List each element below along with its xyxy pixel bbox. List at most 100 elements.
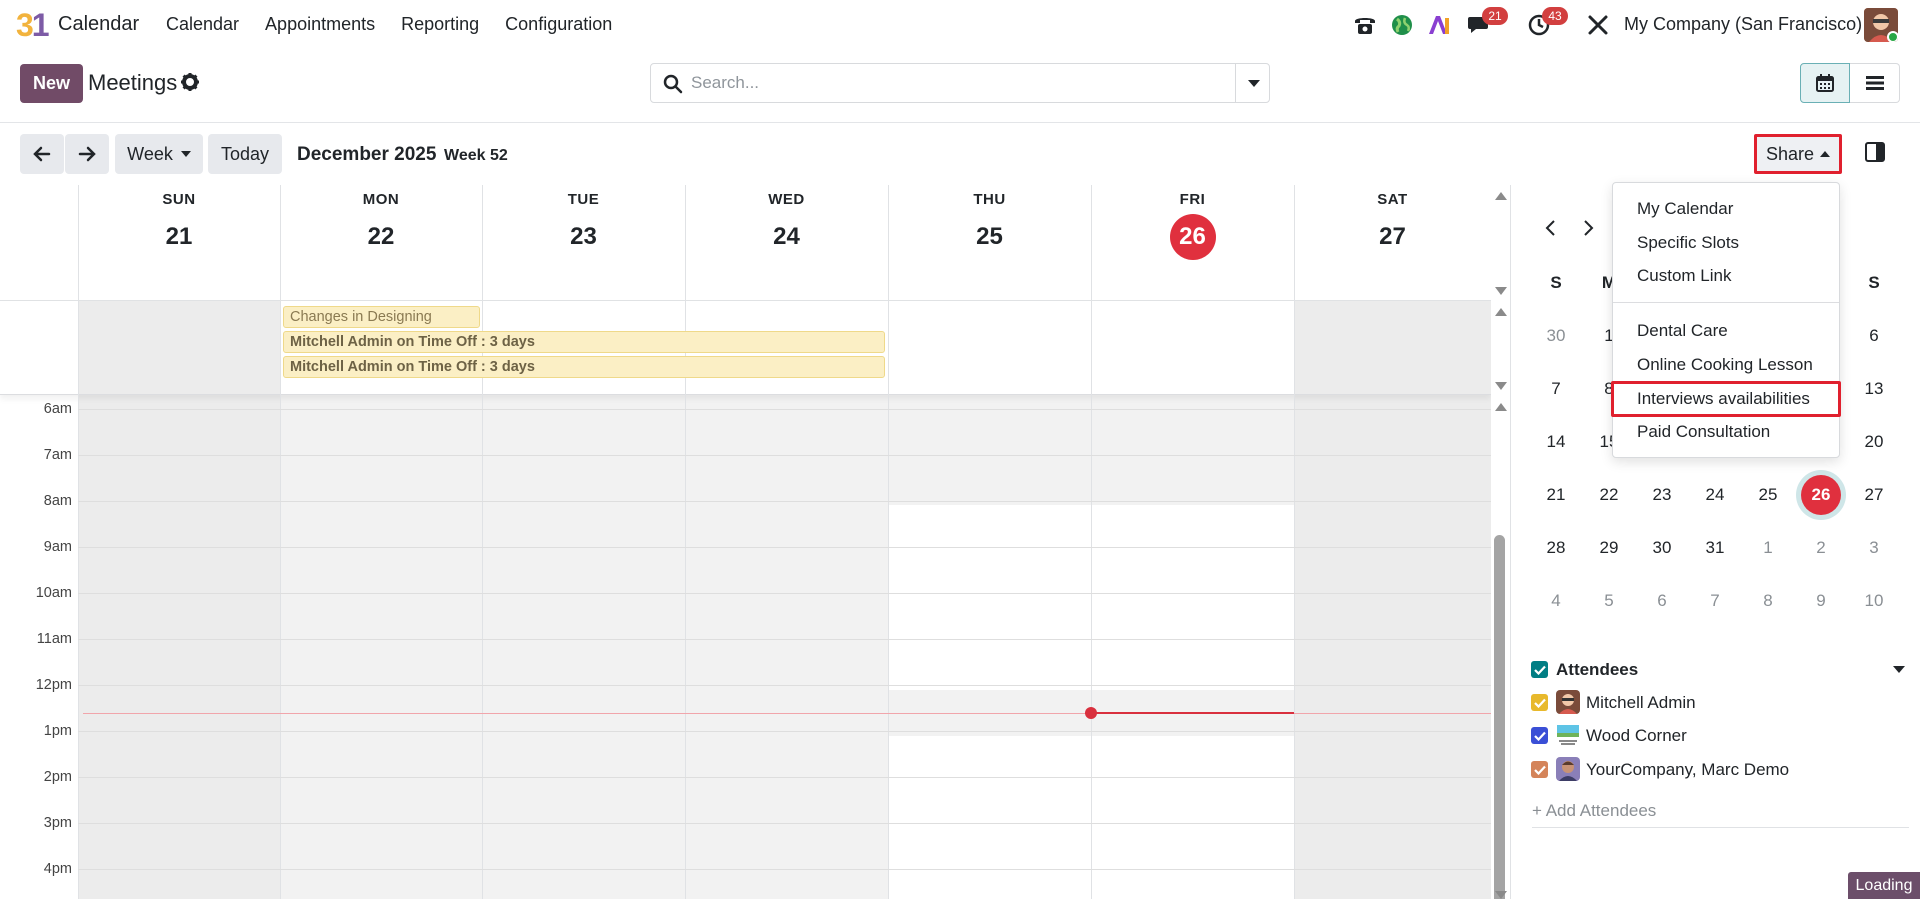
attendees-all-checkbox[interactable] [1531, 661, 1548, 678]
avatar [1556, 690, 1580, 714]
attendee-checkbox-marc-demo[interactable] [1531, 761, 1548, 778]
mini-calendar-day[interactable]: 29 [1589, 528, 1629, 568]
menu-item-my-calendar[interactable]: My Calendar [1637, 199, 1733, 219]
scroll-up-icon[interactable] [1495, 192, 1507, 200]
scroll-up-icon[interactable] [1495, 308, 1507, 316]
tools-icon[interactable] [1585, 12, 1611, 38]
mini-calendar-day[interactable]: 3 [1854, 528, 1894, 568]
mini-calendar-day[interactable]: 21 [1536, 475, 1576, 515]
event-time-off-2[interactable]: Mitchell Admin on Time Off : 3 days [283, 356, 885, 378]
mini-calendar-day[interactable]: 5 [1589, 581, 1629, 621]
week-grid: SUN 21 MON 22 TUE 23 WED 24 THU 25 FRI 26 SAT 2… [0, 185, 1491, 899]
mini-calendar-day[interactable]: 13 [1854, 369, 1894, 409]
hour-label: 9am [43, 539, 72, 555]
mini-calendar-day[interactable]: 24 [1695, 475, 1735, 515]
mini-calendar-day[interactable]: 20 [1854, 422, 1894, 462]
attendee-checkbox-wood-corner[interactable] [1531, 727, 1548, 744]
day-header-fri[interactable]: FRI 26 [1091, 185, 1294, 301]
menu-appointments[interactable]: Appointments [265, 14, 375, 35]
globe-icon[interactable] [1389, 12, 1415, 38]
menu-item-specific-slots[interactable]: Specific Slots [1637, 233, 1739, 253]
search-icon [663, 74, 683, 94]
phone-icon[interactable] [1352, 12, 1378, 38]
mini-calendar-day[interactable]: 22 [1589, 475, 1629, 515]
day-header-wed[interactable]: WED 24 [685, 185, 888, 301]
day-header-tue[interactable]: TUE 23 [482, 185, 685, 301]
search-input[interactable] [691, 70, 1251, 96]
today-button[interactable]: Today [208, 134, 282, 174]
day-header-sat[interactable]: SAT 27 [1294, 185, 1491, 301]
mini-calendar-day[interactable]: 8 [1748, 581, 1788, 621]
day-header-mon[interactable]: MON 22 [280, 185, 482, 301]
mini-calendar-day[interactable]: 25 [1748, 475, 1788, 515]
mini-calendar-day[interactable]: 6 [1854, 316, 1894, 356]
time-grid[interactable]: 6am 7am 8am 9am 10am 11am 12pm 1pm 2pm 3… [0, 395, 1491, 899]
mini-calendar-day[interactable]: 7 [1536, 369, 1576, 409]
mini-calendar-day[interactable]: 4 [1536, 581, 1576, 621]
calendar-app-logo[interactable]: 31 [16, 8, 50, 42]
top-navbar: 31 Calendar Calendar Appointments Report… [0, 0, 1920, 50]
app-name[interactable]: Calendar [58, 13, 139, 36]
mini-calendar-day[interactable]: 14 [1536, 422, 1576, 462]
day-header-thu[interactable]: THU 25 [888, 185, 1091, 301]
loading-indicator: Loading [1848, 872, 1920, 899]
mini-calendar-day[interactable]: 9 [1801, 581, 1841, 621]
activities-badge: 43 [1542, 7, 1568, 25]
hour-label: 4pm [43, 861, 72, 877]
mini-calendar-day[interactable]: 31 [1695, 528, 1735, 568]
menu-item-interviews-availabilities[interactable]: Interviews availabilities [1637, 389, 1810, 409]
mini-calendar-today[interactable]: 26 [1801, 475, 1841, 515]
share-button[interactable]: Share [1754, 134, 1842, 174]
menu-item-online-cooking-lesson[interactable]: Online Cooking Lesson [1637, 355, 1813, 375]
day-header-sun[interactable]: SUN 21 [78, 185, 280, 301]
mini-calendar-day[interactable]: 30 [1642, 528, 1682, 568]
event-time-off-1[interactable]: Mitchell Admin on Time Off : 3 days [283, 331, 885, 353]
scroll-up-icon[interactable] [1495, 403, 1507, 411]
new-button[interactable]: New [20, 64, 83, 103]
attendee-checkbox-mitchell[interactable] [1531, 694, 1548, 711]
menu-item-custom-link[interactable]: Custom Link [1637, 266, 1731, 286]
scrollbar-thumb[interactable] [1494, 535, 1505, 899]
ai-icon[interactable] [1426, 12, 1452, 38]
search-options-toggle[interactable] [1235, 63, 1271, 103]
sidebar-toggle-icon[interactable] [1864, 141, 1886, 163]
grid-scrollbar[interactable] [1491, 185, 1509, 899]
menu-item-dental-care[interactable]: Dental Care [1637, 321, 1728, 341]
arrow-left-icon [33, 146, 51, 162]
previous-button[interactable] [20, 134, 64, 174]
mini-calendar-day[interactable]: 30 [1536, 316, 1576, 356]
menu-configuration[interactable]: Configuration [505, 14, 612, 35]
menu-divider [1613, 302, 1839, 303]
mini-calendar-day[interactable]: 6 [1642, 581, 1682, 621]
scroll-down-icon[interactable] [1495, 891, 1507, 899]
event-changes-in-designing[interactable]: Changes in Designing [283, 306, 480, 328]
mini-calendar-day[interactable]: 23 [1642, 475, 1682, 515]
mini-calendar-day[interactable]: 7 [1695, 581, 1735, 621]
scale-dropdown[interactable]: Week [115, 134, 203, 174]
mini-calendar-day[interactable]: 10 [1854, 581, 1894, 621]
add-attendees-link[interactable]: + Add Attendees [1532, 801, 1656, 821]
hour-label: 2pm [43, 769, 72, 785]
panel-divider [0, 122, 1920, 123]
menu-reporting[interactable]: Reporting [401, 14, 479, 35]
mini-calendar-day[interactable]: 28 [1536, 528, 1576, 568]
list-view-button[interactable] [1850, 63, 1900, 103]
company-switcher[interactable]: My Company (San Francisco) [1624, 14, 1862, 35]
mini-prev-month-icon[interactable] [1541, 218, 1561, 238]
menu-item-paid-consultation[interactable]: Paid Consultation [1637, 422, 1770, 442]
messages-badge: 21 [1482, 7, 1508, 25]
calendar-view-button[interactable] [1800, 63, 1850, 103]
scroll-down-icon[interactable] [1495, 287, 1507, 295]
mini-calendar-day[interactable]: 1 [1748, 528, 1788, 568]
gear-icon[interactable] [180, 72, 200, 92]
next-button[interactable] [65, 134, 109, 174]
messages-icon[interactable]: 21 [1466, 7, 1508, 38]
mini-next-month-icon[interactable] [1578, 218, 1598, 238]
user-avatar[interactable] [1864, 8, 1898, 42]
mini-calendar-day[interactable]: 27 [1854, 475, 1894, 515]
activities-clock-icon[interactable]: 43 [1526, 7, 1568, 38]
scroll-down-icon[interactable] [1495, 382, 1507, 390]
menu-calendar[interactable]: Calendar [166, 14, 239, 35]
attendees-collapse-icon[interactable] [1893, 666, 1905, 673]
mini-calendar-day[interactable]: 2 [1801, 528, 1841, 568]
